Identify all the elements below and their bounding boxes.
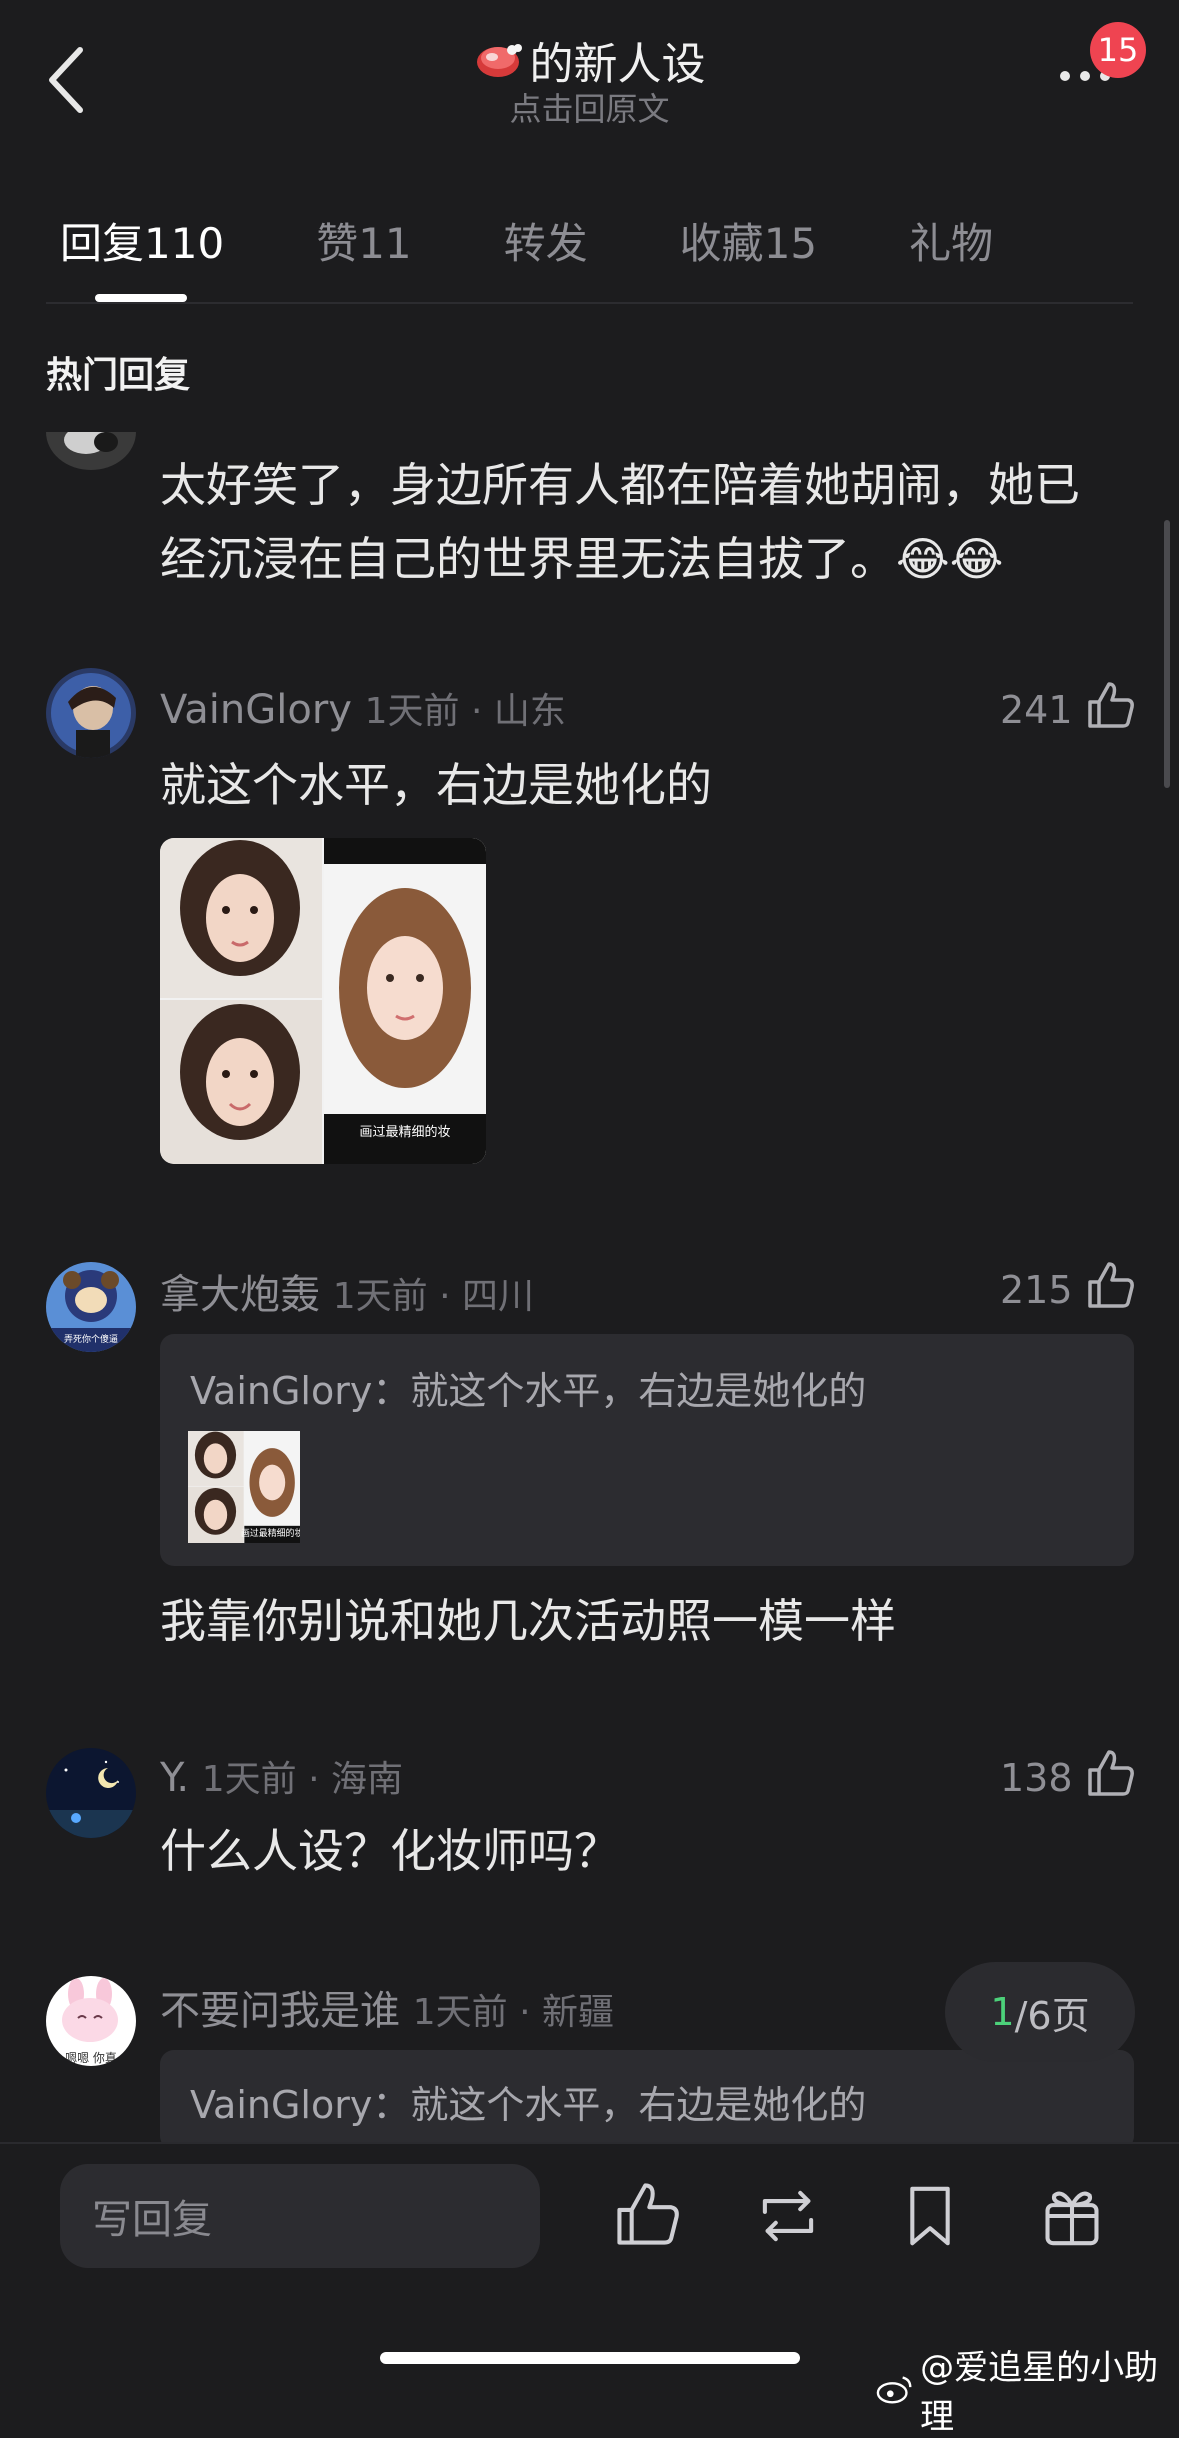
home-indicator (380, 2352, 800, 2364)
comment-text: 太好笑了，身边所有人都在陪着她胡闹，她已经沉浸在自己的世界里无法自拔了。😂😂 (160, 458, 1080, 586)
username[interactable]: Y. (160, 1755, 189, 1801)
avatar-caption: 弄死你个傻逼 (64, 1333, 118, 1345)
quoted-comment-text: VainGlory：就这个水平，右边是她化的 (190, 1369, 867, 1413)
like-count: 138 (1000, 1756, 1073, 1800)
comment-text: 我靠你别说和她几次活动照一模一样 (160, 1594, 896, 1648)
image-caption: 画过最精细的妆 (359, 1124, 450, 1140)
avatar[interactable] (46, 432, 136, 472)
weibo-icon (876, 2376, 912, 2404)
avatar-caption: 嗯嗯 你真 (65, 2051, 117, 2065)
scrollbar[interactable] (1164, 520, 1170, 788)
comment-text: 什么人设？化妆师吗？ (160, 1824, 620, 1878)
username[interactable]: 拿大炮轰 (160, 1272, 320, 1318)
like-count: 241 (1000, 688, 1073, 732)
tab-replies[interactable]: 回复110 (60, 210, 224, 270)
avatar[interactable] (46, 1748, 136, 1838)
comment-meta: 1天前 · 四川 (332, 1276, 534, 1317)
quoted-comment-text: VainGlory：就这个水平，右边是她化的 (190, 2083, 867, 2127)
tab-bar: 回复110 赞11 转发 收藏15 礼物 (60, 210, 1085, 270)
avatar[interactable]: 嗯嗯 你真 (46, 1976, 136, 2066)
comment-meta: 1天前 · 新疆 (412, 1992, 614, 2033)
comment-image[interactable]: 画过最精细的妆 (160, 838, 486, 1164)
thumbs-up-icon[interactable] (1086, 680, 1136, 730)
repost-icon[interactable] (754, 2182, 822, 2250)
meat-icon (476, 44, 522, 77)
like-icon[interactable] (614, 2180, 682, 2248)
section-title: 热门回复 (46, 355, 191, 396)
comment-text: 就这个水平，右边是她化的 (160, 758, 712, 812)
back-to-original-link[interactable]: 点击回原文 (0, 84, 1179, 130)
tab-likes[interactable]: 赞11 (316, 210, 411, 270)
comment-meta: 1天前 · 海南 (201, 1759, 404, 1800)
page-indicator[interactable]: 1/6页 (945, 1962, 1135, 2062)
reply-input[interactable]: 写回复 (60, 2164, 540, 2268)
tab-gifts[interactable]: 礼物 (909, 210, 993, 270)
bookmark-icon[interactable] (896, 2182, 964, 2250)
tab-reposts[interactable]: 转发 (504, 210, 588, 270)
gift-icon[interactable] (1038, 2182, 1106, 2250)
avatar[interactable] (46, 668, 136, 758)
image-caption: 画过最精细的妆 (241, 1527, 300, 1539)
like-count: 215 (1000, 1268, 1073, 1312)
notification-badge: 15 (1090, 22, 1146, 78)
quoted-comment-image[interactable]: 画过最精细的妆 (188, 1430, 300, 1544)
active-tab-indicator (95, 294, 187, 302)
comment-meta: 1天前 · 山东 (364, 691, 566, 732)
divider (46, 302, 1133, 304)
tab-favorites[interactable]: 收藏15 (680, 210, 817, 270)
username[interactable]: 不要问我是谁 (160, 1988, 400, 2034)
watermark: @爱追星的小助理 (876, 2340, 1179, 2438)
post-title[interactable]: 的新人设 (0, 28, 1179, 92)
thumbs-up-icon[interactable] (1086, 1748, 1136, 1798)
avatar[interactable]: 弄死你个傻逼 (46, 1262, 136, 1352)
thumbs-up-icon[interactable] (1086, 1260, 1136, 1310)
title-label: 的新人设 (529, 39, 706, 90)
username[interactable]: VainGlory (160, 687, 352, 733)
